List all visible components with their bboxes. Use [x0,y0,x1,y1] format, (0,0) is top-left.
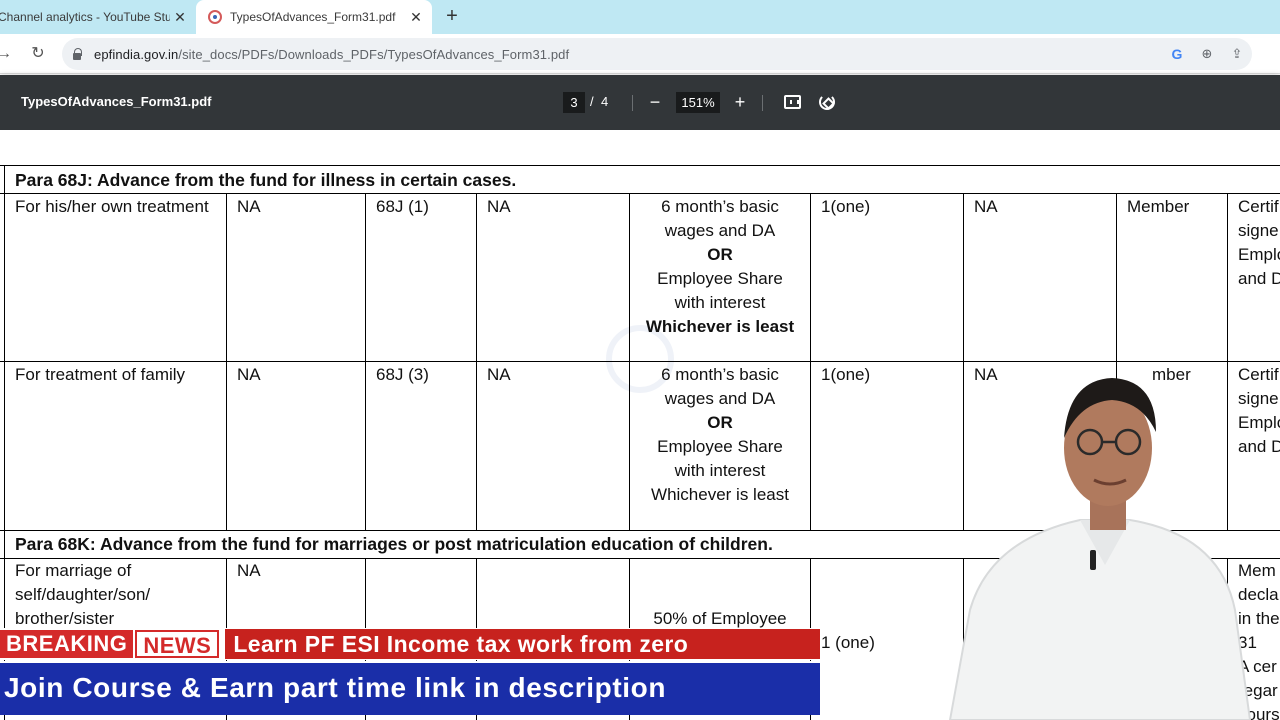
row2-amount: 6 month’s basic wages and DA OR Employee… [630,363,810,507]
browser-toolbar: → ↻ epfindia.gov.in/site_docs/PDFs/Downl… [0,34,1280,74]
toolbar-divider [632,95,633,111]
row1-col7: NA [974,197,998,216]
promo-subline: Join Course & Earn part time link in des… [0,661,820,715]
table-rule [365,193,366,530]
col9-line: signe [1238,221,1279,240]
epfo-favicon-icon [208,10,222,24]
ticker-headline: Learn PF ESI Income tax work from zero [225,629,820,659]
news-label: NEWS [135,630,220,658]
row1-amount: 6 month’s basic wages and DA OR Employee… [630,195,810,339]
row3-col2: NA [237,561,261,580]
amount-line: wages and DA [664,389,776,408]
row1-para: 68J (1) [376,197,429,216]
amount-line: Whichever is least [651,485,789,504]
row1-col4: NA [487,197,511,216]
amount-or: OR [707,413,733,432]
tab-title: Channel analytics - YouTube Stud [0,10,170,24]
presenter-video-overlay [948,378,1252,720]
amount-line: wages and DA [664,221,776,240]
url-path: /site_docs/PDFs/Downloads_PDFs/TypesOfAd… [178,46,570,62]
microphone-icon [1090,550,1096,570]
row1-purpose: For his/her own treatment [15,197,209,216]
table-rule [226,193,227,530]
section-heading-68k: Para 68K: Advance from the fund for marr… [15,534,773,554]
zoom-level-input[interactable]: 151% [676,92,720,113]
url-host: epfindia.gov.in [94,46,179,62]
amount-line: Employee Share [657,269,783,288]
close-tab-icon[interactable]: ✕ [406,9,426,26]
url-text: epfindia.gov.in/site_docs/PDFs/Downloads… [94,47,569,62]
toolbar-divider [762,95,763,111]
google-icon[interactable]: G [1162,46,1192,62]
row2-para: 68J (3) [376,365,429,384]
row3-times: 1 (one) [821,633,875,652]
tab-youtube-studio[interactable]: Channel analytics - YouTube Stud ✕ [0,0,196,34]
row3-purpose: For marriage of self/daughter/son/ broth… [15,559,220,631]
table-rule [0,165,1280,166]
row2-col4: NA [487,365,511,384]
row2-times: 1(one) [821,365,871,384]
page-number-input[interactable]: 3 [563,92,585,113]
rotate-icon[interactable] [813,89,839,115]
row2-purpose: For treatment of family [15,365,186,384]
breaking-label: BREAKING [0,630,134,658]
fit-to-page-icon[interactable] [779,89,805,115]
amount-line: 6 month’s basic [661,197,779,216]
section-heading-68j: Para 68J: Advance from the fund for illn… [15,170,517,190]
page-total: 4 [601,94,609,109]
table-rule [476,193,477,530]
row1-col2: NA [237,197,261,216]
amount-line: Employee Share [657,437,783,456]
zoom-out-button[interactable]: − [642,89,668,115]
table-rule [0,193,1280,194]
address-bar[interactable]: epfindia.gov.in/site_docs/PDFs/Downloads… [62,38,1252,70]
row1-col8: Member [1127,197,1190,216]
reload-icon[interactable]: ↻ [26,42,50,66]
row2-col2: NA [237,365,261,384]
tab-strip: Channel analytics - YouTube Stud ✕ Types… [0,0,1280,34]
lock-icon[interactable] [72,48,82,60]
close-tab-icon[interactable]: ✕ [170,9,190,26]
amount-line: 6 month’s basic [661,365,779,384]
row1-col9: Certif signe Emplo and D [1238,195,1280,291]
col9-line: Certif [1238,197,1279,216]
col9-line: and D [1238,269,1280,288]
zoom-in-button[interactable]: + [727,89,753,115]
purpose-line: self/daughter/son/ [15,585,151,604]
forward-arrow-icon[interactable]: → [0,42,16,66]
col9-line: Emplo [1238,245,1280,264]
share-icon[interactable]: ⇪ [1222,46,1252,62]
pdf-toolbar: TypesOfAdvances_Form31.pdf 3 / 4 − 151% … [0,75,1280,130]
amount-line: with interest [674,293,766,312]
table-rule [810,193,811,530]
pdf-filename: TypesOfAdvances_Form31.pdf [21,94,212,109]
new-tab-button[interactable]: + [440,5,464,29]
amount-line: with interest [674,461,766,480]
amount-line: Whichever is least [645,317,795,336]
purpose-line: For marriage of [15,561,132,580]
tab-pdf[interactable]: TypesOfAdvances_Form31.pdf ✕ [196,0,432,34]
zoom-icon[interactable]: ⊕ [1192,46,1222,62]
amount-or: OR [707,245,733,264]
tab-title: TypesOfAdvances_Form31.pdf [230,10,396,24]
page-separator: / [590,94,594,109]
breaking-news-ticker: BREAKING NEWS Learn PF ESI Income tax wo… [0,628,820,660]
row1-times: 1(one) [821,197,871,216]
